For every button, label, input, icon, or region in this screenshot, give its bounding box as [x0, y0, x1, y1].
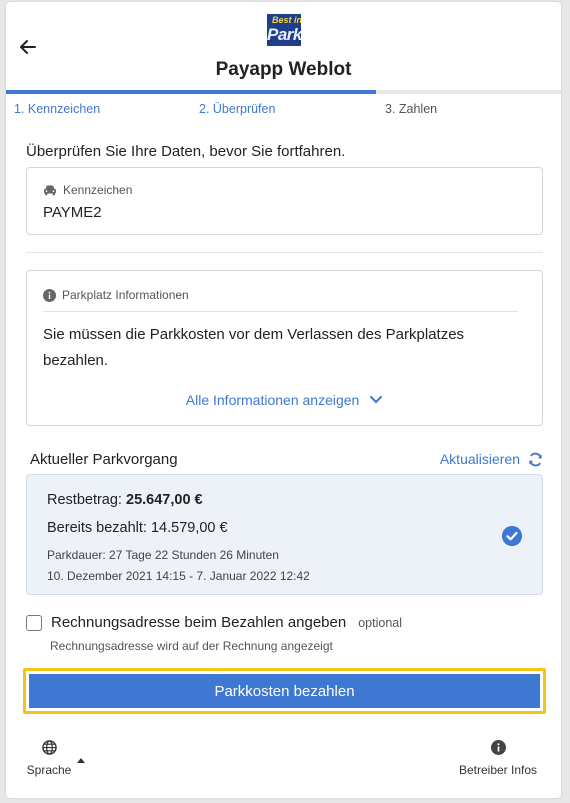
language-selector[interactable]: Sprache — [22, 740, 76, 777]
operator-info-link[interactable]: Betreiber Infos — [453, 740, 543, 777]
billing-address-hint: Rechnungsadresse wird auf der Rechnung a… — [50, 639, 333, 653]
info-title: Parkplatz Informationen — [62, 288, 189, 302]
check-circle-icon — [502, 526, 522, 546]
pay-parking-fee-button[interactable]: Parkkosten bezahlen — [29, 674, 540, 708]
paid-value: 14.579,00 € — [150, 520, 228, 536]
app-header: Best in Parking Payapp Weblot — [6, 2, 561, 94]
info-circle-icon — [490, 740, 506, 755]
chevron-down-icon — [370, 396, 383, 404]
page-title: Payapp Weblot — [215, 59, 352, 80]
refresh-button[interactable]: Aktualisieren — [440, 451, 543, 467]
billing-address-option[interactable]: Rechnungsadresse beim Bezahlen angeben o… — [26, 614, 402, 631]
caret-up-icon[interactable] — [77, 758, 85, 763]
billing-address-label[interactable]: Rechnungsadresse beim Bezahlen angeben — [51, 614, 346, 631]
review-instruction: Überprüfen Sie Ihre Daten, bevor Sie for… — [26, 143, 346, 160]
balance-value: 25.647,00 € — [126, 492, 203, 508]
section-divider — [26, 252, 543, 253]
parking-info-box: Parkplatz Informationen Sie müssen die P… — [26, 270, 543, 426]
paid-label: Bereits bezahlt: — [47, 520, 147, 536]
billing-address-checkbox[interactable] — [26, 614, 42, 631]
parking-duration: Parkdauer: 27 Tage 22 Stunden 26 Minuten — [47, 548, 279, 562]
current-session-heading: Aktueller Parkvorgang — [30, 451, 178, 468]
pay-button-focus-ring: Parkkosten bezahlen — [23, 668, 546, 714]
plate-value: PAYME2 — [43, 204, 102, 221]
refresh-label: Aktualisieren — [439, 451, 520, 467]
back-arrow-icon[interactable] — [16, 36, 38, 58]
step-indicator: 1. Kennzeichen 2. Überprüfen 3. Zahlen — [6, 94, 561, 122]
info-circle-icon — [43, 288, 56, 302]
car-icon — [44, 185, 56, 196]
step-ueberpruefen[interactable]: 2. Überprüfen — [199, 102, 275, 116]
step-kennzeichen[interactable]: 1. Kennzeichen — [14, 102, 100, 116]
language-label: Sprache — [26, 763, 72, 777]
operator-info-label: Betreiber Infos — [458, 763, 538, 777]
parking-session-summary: Restbetrag: 25.647,00 € Bereits bezahlt:… — [26, 474, 543, 595]
optional-tag: optional — [358, 615, 403, 630]
parking-logo: Best in Parking — [267, 14, 301, 46]
refresh-icon — [529, 452, 542, 466]
parking-period: 10. Dezember 2021 14:15 - 7. Januar 2022… — [47, 569, 310, 583]
plate-label: Kennzeichen — [63, 183, 133, 197]
payment-card: Best in Parking Payapp Weblot 1. Kennzei… — [6, 2, 561, 798]
show-all-info-label: Alle Informationen anzeigen — [185, 392, 360, 409]
step-zahlen: 3. Zahlen — [385, 102, 438, 116]
info-separator — [43, 311, 518, 312]
show-all-info-link[interactable]: Alle Informationen anzeigen — [27, 391, 542, 408]
license-plate-box: Kennzeichen PAYME2 — [26, 167, 543, 235]
globe-icon — [41, 740, 57, 755]
info-text: Sie müssen die Parkkosten vor dem Verlas… — [43, 326, 465, 369]
balance-label: Restbetrag: — [47, 492, 122, 508]
